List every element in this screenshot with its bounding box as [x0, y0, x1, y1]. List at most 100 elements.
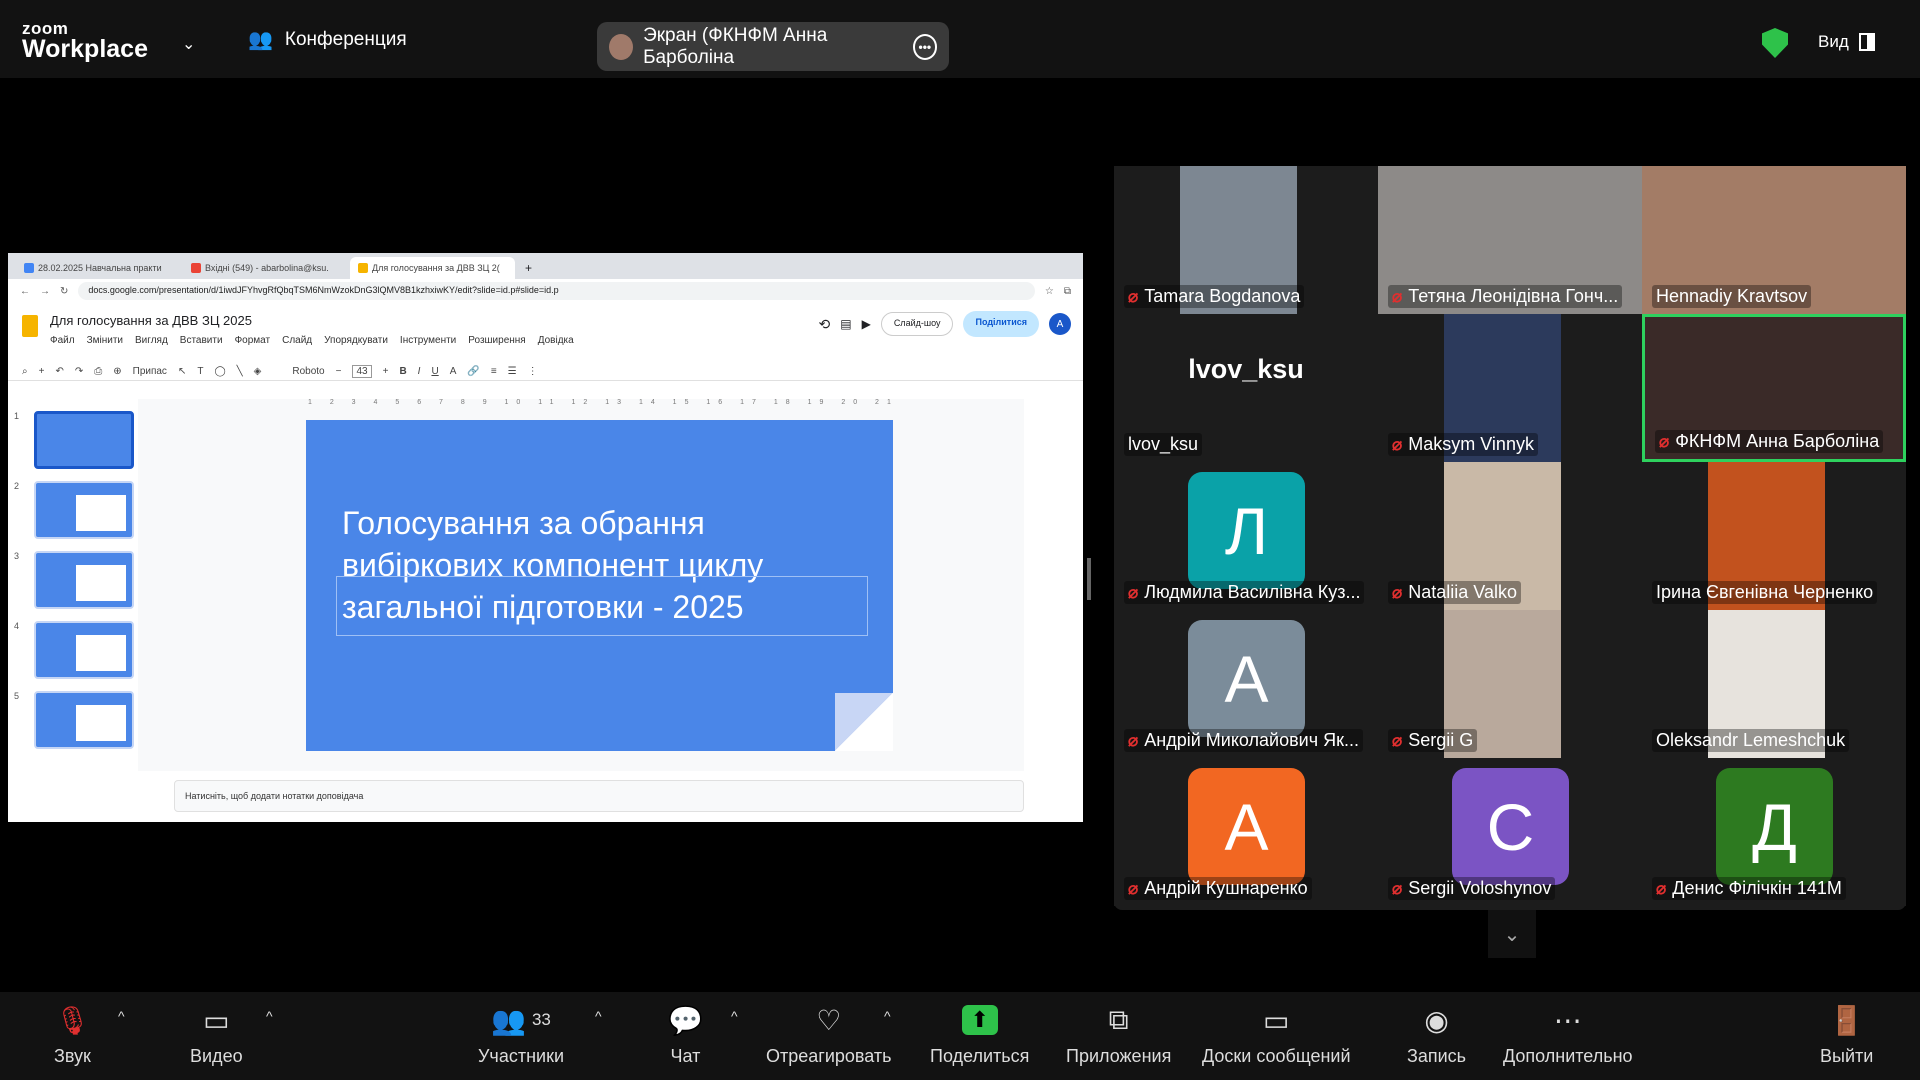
font-select[interactable]: Roboto [292, 366, 324, 377]
zoom-select[interactable]: Припас [133, 366, 167, 377]
slideshow-button[interactable]: Слайд-шоу [880, 312, 954, 336]
menu-help[interactable]: Довідка [538, 335, 574, 346]
new-tab-icon[interactable]: + [517, 257, 540, 279]
more-button[interactable]: ⋯ Дополнительно [1503, 1002, 1633, 1067]
slide-thumbnail[interactable]: 4 [14, 621, 134, 679]
font-size-increase-icon[interactable]: + [383, 366, 389, 377]
meet-icon[interactable]: ▶ [862, 317, 871, 331]
menu-slide[interactable]: Слайд [282, 335, 312, 346]
link-icon[interactable]: 🔗 [467, 366, 479, 377]
share-button[interactable]: Поділитися [963, 311, 1039, 337]
screen-share-indicator[interactable]: Экран (ФКНФМ Анна Барболіна ••• [597, 22, 949, 71]
forward-icon[interactable]: → [40, 286, 50, 297]
underline-icon[interactable]: U [431, 366, 438, 377]
conference-button[interactable]: 👥 Конференция [248, 27, 407, 52]
video-options-icon[interactable]: ^ [266, 1008, 273, 1024]
print-icon[interactable]: ⎙ [94, 366, 102, 377]
participants-button[interactable]: 👥 33 Участники [478, 1002, 564, 1067]
zoom-icon[interactable]: ⊕ [113, 366, 121, 377]
participant-tile[interactable]: Л ⌀ Людмила Василівна Куз... [1114, 462, 1378, 610]
undo-icon[interactable]: ↶ [55, 366, 63, 377]
slide-thumbnail[interactable]: 2 [14, 481, 134, 539]
mic-muted-icon: ⌀ [1128, 730, 1139, 750]
menu-extensions[interactable]: Розширення [468, 335, 525, 346]
apps-button[interactable]: ⧉ Приложения [1066, 1002, 1171, 1067]
redo-icon[interactable]: ↷ [75, 366, 83, 377]
account-avatar[interactable]: A [1049, 313, 1071, 335]
security-shield-icon[interactable] [1762, 28, 1788, 58]
select-tool-icon[interactable]: ↖ [178, 366, 186, 377]
participant-name: Людмила Василівна Куз... [1144, 582, 1361, 602]
slide-thumbnail[interactable]: 5 [14, 691, 134, 749]
text-color-icon[interactable]: A [450, 366, 457, 377]
participants-options-icon[interactable]: ^ [595, 1008, 602, 1024]
extensions-icon[interactable]: ⧉ [1064, 286, 1071, 297]
boards-button[interactable]: ▭ Доски сообщений [1202, 1002, 1351, 1067]
share-screen-button[interactable]: ⬆ Поделиться [930, 1002, 1029, 1067]
back-icon[interactable]: ← [20, 286, 30, 297]
participant-tile[interactable]: Hennadiy Kravtsov [1642, 166, 1906, 314]
leave-button[interactable]: 🚪 Выйти [1820, 1002, 1873, 1067]
participant-tile[interactable]: Ірина Євгенівна Черненко [1642, 462, 1906, 610]
chat-button[interactable]: 💬 Чат [668, 1002, 703, 1067]
textbox-icon[interactable]: T [197, 366, 203, 377]
list-icon[interactable]: ☰ [508, 366, 517, 377]
split-handle[interactable] [1087, 558, 1091, 600]
participant-tile[interactable]: ⌀ Tamara Bogdanova [1114, 166, 1378, 314]
slide-thumbnail[interactable]: 1 [14, 411, 134, 469]
participant-tile[interactable]: A ⌀ Андрій Миколайович Як... [1114, 610, 1378, 758]
font-size-input[interactable]: 43 [352, 364, 372, 378]
bookmark-star-icon[interactable]: ☆ [1045, 286, 1054, 297]
font-size-decrease-icon[interactable]: − [336, 366, 342, 377]
slide-canvas[interactable]: Голосування за обрання вибіркових компон… [306, 420, 893, 751]
menu-edit[interactable]: Змінити [87, 335, 123, 346]
address-input[interactable]: docs.google.com/presentation/d/1iwdJFYhv… [78, 282, 1035, 300]
participant-tile[interactable]: C ⌀ Sergii Voloshynov [1378, 758, 1642, 906]
line-icon[interactable]: ╲ [237, 366, 243, 377]
participant-tile[interactable]: ⌀ Nataliia Valko [1378, 462, 1642, 610]
history-icon[interactable]: ⟲ [819, 316, 831, 333]
participant-tile[interactable]: lvov_ksu lvov_ksu [1114, 314, 1378, 462]
speaker-notes[interactable]: Натисніть, щоб додати нотатки доповідача [174, 780, 1024, 812]
fill-icon[interactable]: ◈ [254, 366, 262, 377]
slide-thumbnail[interactable]: 3 [14, 551, 134, 609]
react-button[interactable]: ♡ Отреагировать [766, 1002, 892, 1067]
react-options-icon[interactable]: ^ [884, 1008, 891, 1024]
video-button[interactable]: ▭ Видео [190, 1002, 243, 1067]
menu-view[interactable]: Вигляд [135, 335, 168, 346]
menu-file[interactable]: Файл [50, 335, 75, 346]
browser-tab[interactable]: 28.02.2025 Навчальна практи [16, 257, 181, 279]
menu-arrange[interactable]: Упорядкувати [324, 335, 388, 346]
italic-icon[interactable]: I [418, 366, 421, 377]
participant-tile[interactable]: Д ⌀ Денис Філічкін 141М [1642, 758, 1906, 906]
audio-options-icon[interactable]: ^ [118, 1008, 125, 1024]
record-button[interactable]: ◉ Запись [1407, 1002, 1466, 1067]
menu-tools[interactable]: Інструменти [400, 335, 456, 346]
more-options-icon[interactable]: ••• [912, 33, 937, 60]
participant-tile[interactable]: ⌀ ФКНФМ Анна Барболіна [1642, 314, 1906, 462]
comments-icon[interactable]: ▤ [840, 317, 851, 331]
participant-tile[interactable]: Oleksandr Lemeshchuk [1642, 610, 1906, 758]
align-icon[interactable]: ≡ [491, 366, 497, 377]
participant-tile[interactable]: ⌀ Maksym Vinnyk [1378, 314, 1642, 462]
chat-options-icon[interactable]: ^ [731, 1008, 738, 1024]
participant-tile[interactable]: ⌀ Sergii G [1378, 610, 1642, 758]
search-icon[interactable]: ⌕ [22, 366, 28, 377]
participant-name: Тетяна Леонідівна Гонч... [1408, 286, 1619, 306]
add-icon[interactable]: + [39, 366, 45, 377]
menu-format[interactable]: Формат [235, 335, 271, 346]
chevron-down-icon[interactable]: ⌄ [182, 34, 195, 54]
view-button[interactable]: Вид [1818, 32, 1875, 52]
browser-tab-active[interactable]: Для голосування за ДВВ ЗЦ 2( [350, 257, 515, 279]
more-vert-icon[interactable]: ⋮ [528, 366, 538, 377]
shape-icon[interactable]: ◯ [214, 366, 225, 377]
browser-tab[interactable]: Вхідні (549) - abarbolina@ksu. [183, 257, 348, 279]
document-title[interactable]: Для голосування за ДВВ ЗЦ 2025 [50, 313, 252, 328]
menu-insert[interactable]: Вставити [180, 335, 223, 346]
audio-button[interactable]: 🎙 Звук [54, 1002, 91, 1067]
participant-tile[interactable]: ⌀ Тетяна Леонідівна Гонч... [1378, 166, 1642, 314]
reload-icon[interactable]: ↻ [60, 286, 68, 297]
gallery-next-icon[interactable]: ⌄ [1488, 910, 1536, 958]
bold-icon[interactable]: B [399, 366, 406, 377]
participant-tile[interactable]: A ⌀ Андрій Кушнаренко [1114, 758, 1378, 906]
